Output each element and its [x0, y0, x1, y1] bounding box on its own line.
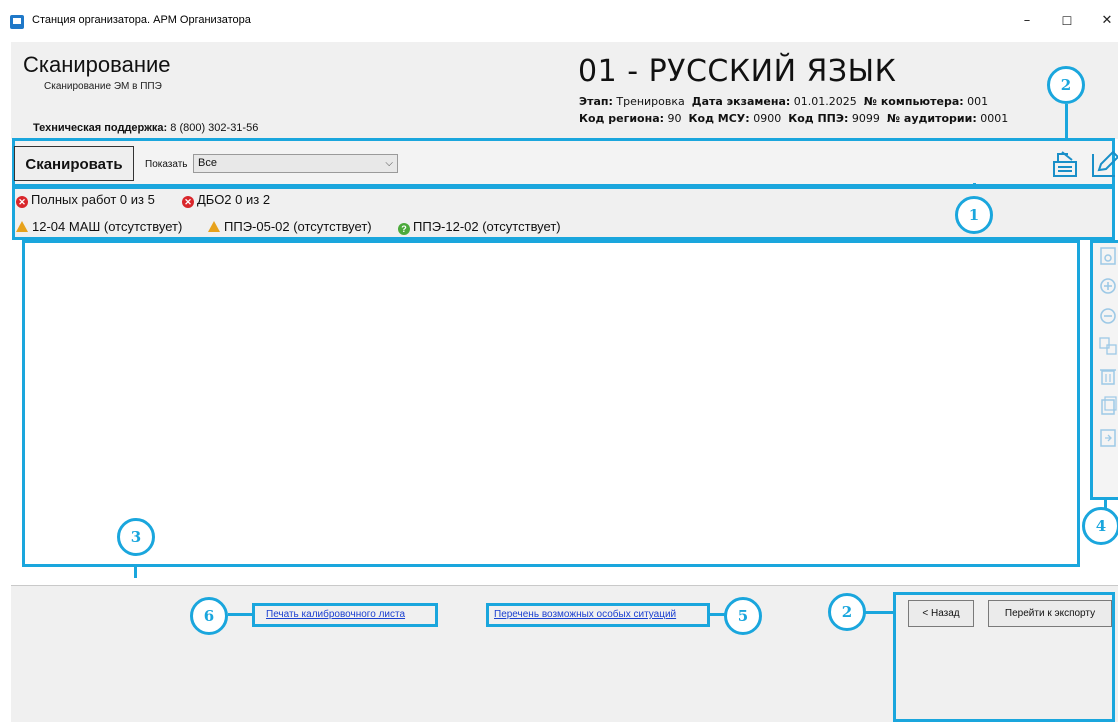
- export-page-icon[interactable]: [1098, 428, 1118, 448]
- close-button[interactable]: ✕: [1092, 8, 1118, 34]
- scanner-icon[interactable]: [1050, 148, 1080, 180]
- meta-row-2: Код региона: 90 Код МСУ: 0900 Код ППЭ: 9…: [579, 112, 1008, 125]
- show-filter-label: Показать: [145, 159, 188, 170]
- status-form-1202: ? ППЭ-12-02 (отсутствует): [398, 219, 561, 235]
- back-button[interactable]: < Назад: [908, 600, 974, 627]
- callout-2-connector: [1065, 104, 1068, 140]
- status-form-0502-text: ППЭ-05-02 (отсутствует): [224, 219, 372, 234]
- minimize-button[interactable]: –: [1012, 8, 1042, 34]
- error-icon: ✕: [182, 196, 194, 208]
- meta-computer-label: № компьютера:: [863, 95, 964, 108]
- callout-3-connector: [134, 567, 137, 578]
- callout-1-connector: [973, 183, 976, 189]
- meta-date-label: Дата экзамена:: [691, 95, 791, 108]
- error-icon: ✕: [16, 196, 28, 208]
- callout-badge-2-bottom: 2: [828, 593, 866, 631]
- zoom-out-icon[interactable]: [1098, 306, 1118, 326]
- callout-6-connector: [228, 613, 252, 616]
- zoom-in-icon[interactable]: [1098, 276, 1118, 296]
- checklist-icon[interactable]: [1098, 336, 1118, 356]
- status-form-1202-text: ППЭ-12-02 (отсутствует): [413, 219, 561, 234]
- meta-row-1: Этап: Тренировка Дата экзамена: 01.01.20…: [579, 95, 988, 108]
- status-form-1204: 12-04 МАШ (отсутствует): [16, 219, 182, 234]
- callout-badge-2: 2: [1047, 66, 1085, 104]
- pages-icon[interactable]: [1098, 396, 1118, 416]
- meta-region-value: 90: [667, 112, 682, 125]
- status-dbo2: ✕ ДБО2 0 из 2: [182, 192, 270, 208]
- meta-ppe-value: 9099: [851, 112, 880, 125]
- support-phone: 8 (800) 302-31-56: [170, 122, 259, 134]
- meta-stage-label: Этап:: [579, 95, 613, 108]
- status-dbo2-text: ДБО2 0 из 2: [197, 192, 271, 207]
- meta-date-value: 01.01.2025: [793, 95, 857, 108]
- status-form-1204-text: 12-04 МАШ (отсутствует): [32, 219, 183, 234]
- trash-icon[interactable]: [1098, 366, 1118, 386]
- meta-msu-label: Код МСУ:: [688, 112, 750, 125]
- page-subtitle: Сканирование ЭМ в ППЭ: [44, 81, 162, 92]
- warning-icon: [16, 221, 28, 232]
- callout-badge-5: 5: [724, 597, 762, 635]
- meta-region-label: Код региона:: [579, 112, 665, 125]
- page-title: Сканирование: [23, 52, 171, 77]
- chevron-down-icon: ⌵: [385, 158, 393, 169]
- callout-badge-6: 6: [190, 597, 228, 635]
- status-full-works: ✕ Полных работ 0 из 5: [16, 192, 155, 208]
- meta-stage-value: Тренировка: [616, 95, 685, 108]
- support-label: Техническая поддержка:: [33, 122, 168, 134]
- meta-room-value: 0001: [980, 112, 1009, 125]
- callout-badge-3: 3: [117, 518, 155, 556]
- pencil-icon[interactable]: [1089, 148, 1118, 180]
- subject-title: 01 - РУССКИЙ ЯЗЫК: [578, 54, 897, 89]
- warning-icon: [208, 221, 220, 232]
- view-icon[interactable]: [1098, 246, 1118, 266]
- support-info: Техническая поддержка: 8 (800) 302-31-56: [33, 122, 258, 134]
- meta-msu-value: 0900: [753, 112, 782, 125]
- show-filter-value: Все: [198, 157, 217, 169]
- show-filter-select[interactable]: Все ⌵: [193, 154, 398, 173]
- callout-badge-4: 4: [1082, 507, 1118, 545]
- meta-room-label: № аудитории:: [886, 112, 977, 125]
- meta-ppe-label: Код ППЭ:: [788, 112, 849, 125]
- meta-computer-value: 001: [967, 95, 989, 108]
- print-calibration-link[interactable]: Печать калибровочного листа: [266, 609, 405, 620]
- callout-badge-1: 1: [955, 196, 993, 234]
- go-to-export-button[interactable]: Перейти к экспорту: [988, 600, 1112, 627]
- callout-2-bottom-connector: [865, 611, 893, 614]
- scan-button[interactable]: Сканировать: [14, 146, 134, 181]
- ok-icon: ?: [398, 223, 410, 235]
- status-form-0502: ППЭ-05-02 (отсутствует): [208, 219, 372, 234]
- scan-preview-area[interactable]: [22, 240, 1080, 567]
- special-situations-link[interactable]: Перечень возможных особых ситуаций: [494, 609, 676, 620]
- window-title: Станция организатора. АРМ Организатора: [32, 14, 251, 26]
- app-icon: [10, 15, 24, 29]
- maximize-button[interactable]: ☐: [1052, 8, 1082, 34]
- status-full-works-text: Полных работ 0 из 5: [31, 192, 155, 207]
